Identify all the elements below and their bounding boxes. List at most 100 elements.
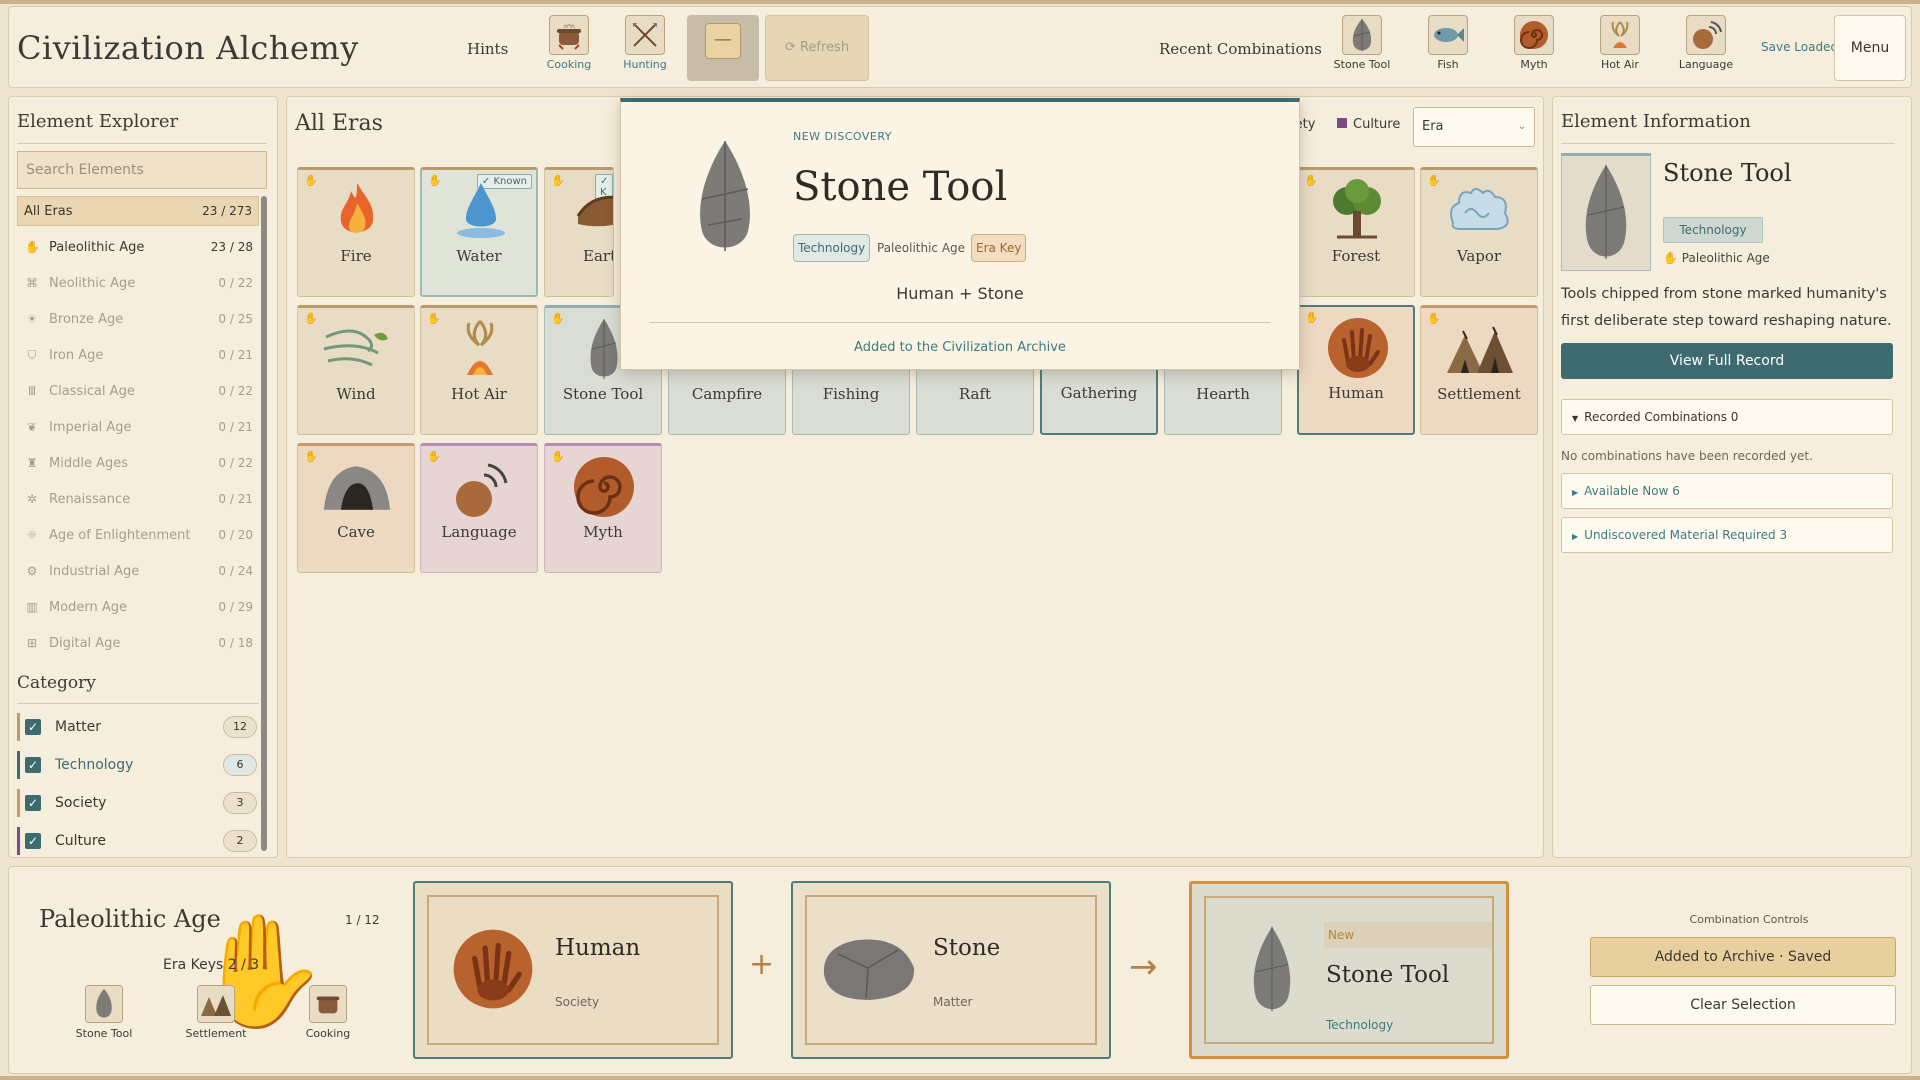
language-icon (445, 452, 515, 522)
slot-element-name: Human (555, 935, 641, 961)
era-item-neolithic[interactable]: ⌘ Neolithic Age 0 / 22 (17, 269, 259, 299)
era-key-cooking[interactable]: Cooking (293, 985, 363, 1040)
hand-icon: ✋ (304, 174, 318, 187)
stone-icon (813, 919, 923, 1019)
available-now-toggle[interactable]: ▶ Available Now 6 (1561, 473, 1893, 509)
myth-spiral-icon (1514, 15, 1554, 55)
explorer-scrollbar[interactable] (261, 196, 267, 851)
checkbox-checked-icon[interactable]: ✓ (25, 757, 41, 773)
category-count: 6 (223, 754, 257, 776)
era-item-bronze[interactable]: ☀ Bronze Age 0 / 25 (17, 305, 259, 335)
era-label: Age of Enlightenment (49, 528, 191, 543)
era-count: 0 / 21 (218, 492, 253, 506)
category-society[interactable]: ✓ Society 3 (17, 787, 259, 821)
era-key-settlement[interactable]: Settlement (181, 985, 251, 1040)
era-label: Iron Age (49, 348, 104, 363)
era-key-stone-tool[interactable]: Stone Tool (69, 985, 139, 1040)
discovery-kicker: NEW DISCOVERY (793, 130, 893, 143)
category-culture[interactable]: ✓ Culture 2 (17, 825, 259, 857)
element-card-language[interactable]: ✋ Language (420, 443, 538, 573)
recent-item-fish[interactable]: Fish (1413, 15, 1483, 71)
checkbox-checked-icon[interactable]: ✓ (25, 833, 41, 849)
element-card-fire[interactable]: ✋ Fire (297, 167, 415, 297)
era-item-industrial[interactable]: ⚙ Industrial Age 0 / 24 (17, 557, 259, 587)
grid-title: All Eras (295, 111, 383, 136)
era-label: Renaissance (49, 492, 131, 507)
card-name: Human (1328, 384, 1384, 402)
era-item-classical[interactable]: Ⅲ Classical Age 0 / 22 (17, 377, 259, 407)
hand-icon: ✋ (1305, 311, 1319, 324)
view-full-record-button[interactable]: View Full Record (1561, 343, 1893, 379)
checkbox-checked-icon[interactable]: ✓ (25, 795, 41, 811)
water-drop-icon (446, 176, 516, 246)
accordion-label: Undiscovered Material Required 3 (1584, 528, 1788, 542)
category-matter[interactable]: ✓ Matter 12 (17, 711, 259, 745)
card-name: Fire (340, 247, 372, 265)
hand-icon: ✋ (428, 174, 442, 187)
triangle-down-icon: ▼ (1572, 414, 1579, 423)
era-keys-count: Era Keys 2 / 3 (163, 957, 260, 973)
recent-label: Stone Tool (1333, 58, 1391, 71)
element-card-earth[interactable]: ✋ ✓ K Earth (544, 167, 614, 297)
era-count: 0 / 22 (218, 276, 253, 290)
element-card-water[interactable]: ✋ ✓ Known Water (420, 167, 538, 297)
hot-air-icon (1600, 15, 1640, 55)
era-item-digital[interactable]: ⊞ Digital Age 0 / 18 (17, 629, 259, 659)
combination-slot-1[interactable]: Human Society (413, 881, 733, 1059)
recent-item-hot-air[interactable]: Hot Air (1585, 15, 1655, 71)
category-color-bar (17, 751, 20, 779)
culture-swatch (1337, 118, 1347, 128)
era-count: 0 / 21 (218, 420, 253, 434)
hint-cooking[interactable]: Cooking (539, 15, 599, 71)
element-card-vapor[interactable]: ✋ Vapor (1420, 167, 1538, 297)
combination-result-slot[interactable]: New Stone Tool Technology (1189, 881, 1509, 1059)
search-input[interactable] (17, 151, 267, 189)
era-filter-all[interactable]: All Eras 23 / 273 (17, 196, 259, 226)
top-bar: Civilization Alchemy Hints Cooking Hunti… (8, 6, 1912, 88)
era-item-iron[interactable]: ⛉ Iron Age 0 / 21 (17, 341, 259, 371)
added-to-archive-button[interactable]: Added to Archive · Saved (1590, 937, 1896, 977)
laurel-icon: ❦ (26, 420, 38, 434)
element-card-hot-air[interactable]: ✋ Hot Air (420, 305, 538, 435)
era-item-renaissance[interactable]: ✲ Renaissance 0 / 21 (17, 485, 259, 515)
card-name: Language (441, 523, 517, 541)
undiscovered-material-toggle[interactable]: ▶ Undiscovered Material Required 3 (1561, 517, 1893, 553)
divider (17, 703, 259, 704)
element-card-cave[interactable]: ✋ Cave (297, 443, 415, 573)
language-icon (1686, 15, 1726, 55)
category-technology[interactable]: ✓ Technology 6 (17, 749, 259, 783)
era-label: Imperial Age (49, 420, 132, 435)
recent-item-language[interactable]: Language (1671, 15, 1741, 71)
era-item-modern[interactable]: ▥ Modern Age 0 / 29 (17, 593, 259, 623)
current-era-title: Paleolithic Age (39, 905, 221, 933)
recorded-combinations-toggle[interactable]: ▼ Recorded Combinations 0 (1561, 399, 1893, 435)
refresh-button[interactable]: ⟳ Refresh (765, 15, 869, 81)
clear-selection-button[interactable]: Clear Selection (1590, 985, 1896, 1025)
combination-slot-2[interactable]: Stone Matter (791, 881, 1111, 1059)
era-item-imperial[interactable]: ❦ Imperial Age 0 / 21 (17, 413, 259, 443)
element-card-settlement[interactable]: ✋ Settlement (1420, 305, 1538, 435)
era-item-enlightenment[interactable]: ☼ Age of Enlightenment 0 / 20 (17, 521, 259, 551)
menu-button[interactable]: Menu (1834, 15, 1906, 81)
card-name: Fishing (822, 385, 880, 403)
element-card-forest[interactable]: ✋ Forest (1297, 167, 1415, 297)
hand-icon: ✋ (551, 450, 565, 463)
card-name: Hot Air (451, 385, 507, 403)
placeholder-action-button[interactable]: — (687, 15, 759, 81)
element-card-human[interactable]: ✋ Human (1297, 305, 1415, 435)
element-card-myth[interactable]: ✋ Myth (544, 443, 662, 573)
era-item-middle-ages[interactable]: ♜ Middle Ages 0 / 22 (17, 449, 259, 479)
era-label: Neolithic Age (49, 276, 136, 291)
era-key-label: Cooking (305, 1027, 351, 1040)
shield-icon: ⛉ (27, 348, 37, 362)
column-icon: Ⅲ (27, 384, 37, 398)
recent-item-stone-tool[interactable]: Stone Tool (1327, 15, 1397, 71)
element-card-wind[interactable]: ✋ Wind (297, 305, 415, 435)
checkbox-checked-icon[interactable]: ✓ (25, 719, 41, 735)
hint-hunting[interactable]: Hunting (615, 15, 675, 71)
era-item-paleolithic[interactable]: ✋ Paleolithic Age 23 / 28 (17, 233, 259, 263)
app-title: Civilization Alchemy (17, 29, 359, 67)
recent-item-myth[interactable]: Myth (1499, 15, 1569, 71)
era-filter-select[interactable]: Era ⌄ (1413, 107, 1535, 147)
wind-icon (322, 314, 392, 384)
